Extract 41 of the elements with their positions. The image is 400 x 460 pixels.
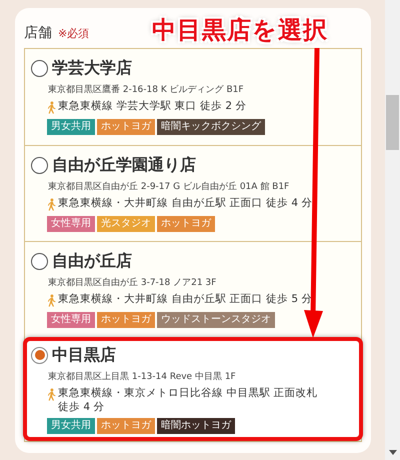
scrollbar[interactable] [385, 0, 400, 460]
walking-person-icon [47, 388, 56, 401]
store-address: 東京都目黒区鷹番 2-16-18 K ビルディング B1F [48, 84, 245, 97]
walking-person-icon [47, 294, 56, 307]
store-address: 東京都目黒区自由が丘 3-7-18 ノア21 3F [48, 277, 218, 290]
scroll-down-icon[interactable] [389, 450, 397, 455]
category-tag: ホットヨガ [97, 119, 155, 135]
radio-button[interactable] [31, 156, 48, 174]
radio-button[interactable] [31, 252, 48, 270]
store-option[interactable]: 自由が丘学園通り店 東京都目黒区自由が丘 2-9-17 G ビル自由が丘 01A 館 B1F 東急東横線・大井町線 自由が丘駅 正面口 徒歩 4 分 女性専用 光スタジオ ホットヨガ [25, 145, 361, 241]
walking-person-icon [47, 101, 56, 114]
category-tag: 男女共用 [47, 119, 95, 135]
field-label: 店舗 [24, 24, 52, 42]
category-tag: 女性専用 [47, 216, 95, 232]
walking-person-icon [47, 198, 56, 211]
route-text: 東急東横線 学芸大学駅 東口 徒歩 2 分 [58, 99, 248, 113]
store-address: 東京都目黒区自由が丘 2-9-17 G ビル自由が丘 01A 館 B1F [48, 181, 290, 194]
store-option[interactable]: 学芸大学店 東京都目黒区鷹番 2-16-18 K ビルディング B1F 東急東横線 学芸大学駅 東口 徒歩 2 分 男女共用 ホットヨガ 暗闇キックボクシング [25, 49, 361, 145]
route-text: 東急東横線・東京メトロ日比谷線 中目黒駅 正面改札徒歩 4 分 [58, 386, 319, 414]
store-address: 東京都目黒区上目黒 1-13-14 Reve 中目黒 1F [48, 371, 237, 384]
scrollbar-thumb[interactable] [386, 95, 399, 150]
category-tag: 光スタジオ [97, 216, 155, 232]
store-name: 学芸大学店 [52, 58, 132, 78]
route-text: 東急東横線・大井町線 自由が丘駅 正面口 徒歩 5 分 [58, 292, 314, 306]
category-tag: ウッドストーンスタジオ [157, 312, 275, 328]
category-tag: 暗闇キックボクシング [157, 119, 265, 135]
category-tag: ホットヨガ [97, 418, 155, 434]
radio-button[interactable] [31, 346, 48, 364]
required-note: ※必須 [58, 26, 90, 41]
store-name: 自由が丘店 [52, 250, 132, 272]
category-tag: 暗闇ホットヨガ [157, 418, 235, 434]
category-tag: 男女共用 [47, 418, 95, 434]
category-tag: ホットヨガ [157, 216, 215, 232]
store-name: 自由が丘学園通り店 [52, 154, 196, 176]
annotation-caption: 中目黒店を選択 [152, 15, 328, 46]
radio-button[interactable] [31, 60, 48, 76]
category-tag: ホットヨガ [97, 312, 155, 328]
category-tag: 女性専用 [47, 312, 95, 328]
selected-store-option[interactable]: 中目黒店 東京都目黒区上目黒 1-13-14 Reve 中目黒 1F 東急東横線・東京メトロ日比谷線 中目黒駅 正面改札徒歩 4 分 男女共用 ホットヨガ 暗闇ホットヨガ [23, 337, 363, 441]
store-name: 中目黒店 [52, 344, 116, 366]
route-text: 東急東横線・大井町線 自由が丘駅 正面口 徒歩 4 分 [58, 196, 314, 210]
